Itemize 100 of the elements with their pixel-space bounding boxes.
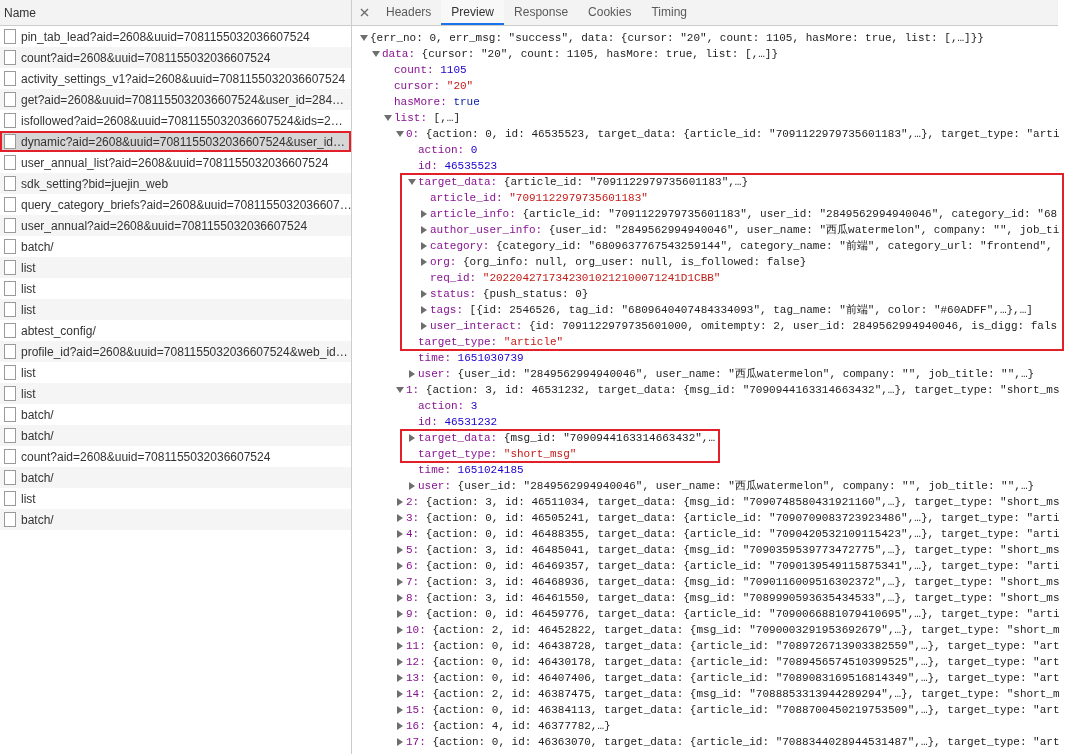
caret-right-icon[interactable] [397,738,403,746]
file-icon [4,197,16,212]
file-icon [4,281,16,296]
caret-down-icon[interactable] [408,179,416,185]
file-icon [4,92,16,107]
json-property: 2: {action: 3, id: 46511034, target_data: {msg_id: "7090748580431921160",…}, target_type: "short_ms [406,495,1060,510]
caret-right-icon[interactable] [397,594,403,602]
caret-right-icon[interactable] [397,562,403,570]
caret-right-icon[interactable] [397,722,403,730]
file-icon [4,71,16,86]
request-item[interactable]: get?aid=2608&uuid=7081155032036607524&user_id=284… [0,89,351,110]
json-property: user: {user_id: "2849562994940046", user_name: "西瓜watermelon", company: "", job_title: "",…} [418,479,1035,494]
caret-right-icon[interactable] [397,546,403,554]
caret-right-icon[interactable] [421,322,427,330]
file-icon [4,113,16,128]
tab[interactable]: Response [504,0,579,25]
caret-down-icon[interactable] [384,115,392,121]
caret-right-icon[interactable] [397,514,403,522]
file-icon [4,407,16,422]
json-property: time: 1651030739 [418,351,524,366]
json-property: 0: {action: 0, id: 46535523, target_data: {article_id: "7091122979735601183",…}, target_type: "arti [406,127,1060,142]
caret-down-icon[interactable] [396,131,404,137]
json-property: 14: {action: 2, id: 46387475, target_data: {msg_id: "7088853313944289294",…}, target_type: "short_m [406,687,1060,702]
caret-right-icon[interactable] [421,210,427,218]
file-icon [4,491,16,506]
caret-right-icon[interactable] [397,498,403,506]
caret-right-icon[interactable] [397,658,403,666]
json-property: data: {cursor: "20", count: 1105, hasMore: true, list: [,…]} [382,47,779,62]
file-icon [4,176,16,191]
caret-right-icon[interactable] [409,434,415,442]
tab[interactable]: Headers [376,0,442,25]
caret-right-icon[interactable] [421,258,427,266]
caret-right-icon[interactable] [409,370,415,378]
json-property: target_type: "article" [418,335,564,350]
file-icon [4,512,16,527]
caret-right-icon[interactable] [421,242,427,250]
request-item[interactable]: list [0,299,351,320]
file-icon [4,218,16,233]
json-property: 9: {action: 0, id: 46459776, target_data: {article_id: "7090066881079410695",…}, target_type: "arti [406,607,1060,622]
caret-right-icon[interactable] [409,482,415,490]
json-property: count: 1105 [394,63,467,78]
tab[interactable]: Timing [641,0,697,25]
close-icon[interactable] [359,8,369,17]
json-preview: {err_no: 0, err_msg: "success", data: {cursor: "20", count: 1105, hasMore: true, list: [,…]}} [370,31,984,46]
json-property: user_interact: {id: 7091122979735601000, omitempty: 2, user_id: 2849562994940046, is_digg: fals [430,319,1058,334]
json-property: 6: {action: 0, id: 46469357, target_data: {article_id: "7090139549115875341",…}, target_type: "arti [406,559,1060,574]
caret-down-icon[interactable] [360,35,368,41]
json-property: article_id: "7091122979735601183" [430,191,648,206]
caret-right-icon[interactable] [421,226,427,234]
json-property: 10: {action: 2, id: 46452822, target_data: {msg_id: "7090003291953692679",…}, target_type: "short_m [406,623,1060,638]
file-icon [4,155,16,170]
json-property: 8: {action: 3, id: 46461550, target_data: {msg_id: "7089990593635434533",…}, target_type: "short_ms [406,591,1060,606]
caret-right-icon[interactable] [421,306,427,314]
file-icon [4,260,16,275]
caret-right-icon[interactable] [397,642,403,650]
request-item[interactable]: batch/ [0,509,351,530]
request-item[interactable]: list [0,257,351,278]
request-item[interactable]: batch/ [0,425,351,446]
request-item[interactable]: dynamic?aid=2608&uuid=7081155032036607524&user_id… [0,131,351,152]
json-property: action: 3 [418,399,478,414]
caret-down-icon[interactable] [372,51,380,57]
caret-right-icon[interactable] [397,674,403,682]
caret-down-icon[interactable] [396,387,404,393]
json-property: hasMore: true [394,95,480,110]
json-property: time: 1651024185 [418,463,524,478]
request-item[interactable]: count?aid=2608&uuid=7081155032036607524 [0,47,351,68]
file-icon [4,302,16,317]
json-property: target_type: "short_msg" [418,447,577,462]
json-property: 11: {action: 0, id: 46438728, target_data: {article_id: "7089726713903382559",…}, target_type: "art [406,639,1060,654]
file-icon [4,344,16,359]
request-item[interactable]: sdk_setting?bid=juejin_web [0,173,351,194]
json-property: author_user_info: {user_id: "2849562994940046", user_name: "西瓜watermelon", company: "", job_ti [430,223,1060,238]
json-property: article_info: {article_id: "7091122979735601183", user_id: "2849562994940046", category_id: "68 [430,207,1058,222]
request-item[interactable]: batch/ [0,467,351,488]
caret-right-icon[interactable] [397,578,403,586]
tab[interactable]: Preview [441,0,505,25]
json-property: org: {org_info: null, org_user: null, is_followed: false} [430,255,807,270]
file-icon [4,239,16,254]
column-header[interactable]: Name [4,3,36,22]
request-item[interactable]: user_annual?aid=2608&uuid=7081155032036607524 [0,215,351,236]
json-property: 17: {action: 0, id: 46363070, target_data: {article_id: "7088344028944531487",…}, target_type: "art [406,735,1060,750]
caret-right-icon[interactable] [397,690,403,698]
json-property: 12: {action: 0, id: 46430178, target_data: {article_id: "7089456574510399525",…}, target_type: "art [406,655,1060,670]
json-property: id: 46531232 [418,415,498,430]
file-icon [4,449,16,464]
json-property: 1: {action: 3, id: 46531232, target_data: {msg_id: "7090944163314663432",…}, target_type: "short_ms [406,383,1060,398]
file-icon [4,29,16,44]
json-property: 4: {action: 0, id: 46488355, target_data: {article_id: "7090420532109115423",…}, target_type: "arti [406,527,1060,542]
json-property: tags: [{id: 2546526, tag_id: "6809640407484334093", tag_name: "前端", color: "#60ADFF",…},…] [430,303,1033,318]
request-item[interactable]: profile_id?aid=2608&uuid=7081155032036607524&web_id… [0,341,351,362]
caret-right-icon[interactable] [397,706,403,714]
caret-right-icon[interactable] [397,626,403,634]
caret-right-icon[interactable] [397,610,403,618]
request-item[interactable]: list [0,383,351,404]
tab[interactable]: Cookies [578,0,642,25]
caret-right-icon[interactable] [421,290,427,298]
json-property: 15: {action: 0, id: 46384113, target_data: {article_id: "7088700450219753509",…}, target_type: "art [406,703,1060,718]
json-property: target_data: {article_id: "7091122979735601183",…} [418,175,749,190]
caret-right-icon[interactable] [397,530,403,538]
json-property: target_data: {msg_id: "7090944163314663432",… [418,431,716,446]
